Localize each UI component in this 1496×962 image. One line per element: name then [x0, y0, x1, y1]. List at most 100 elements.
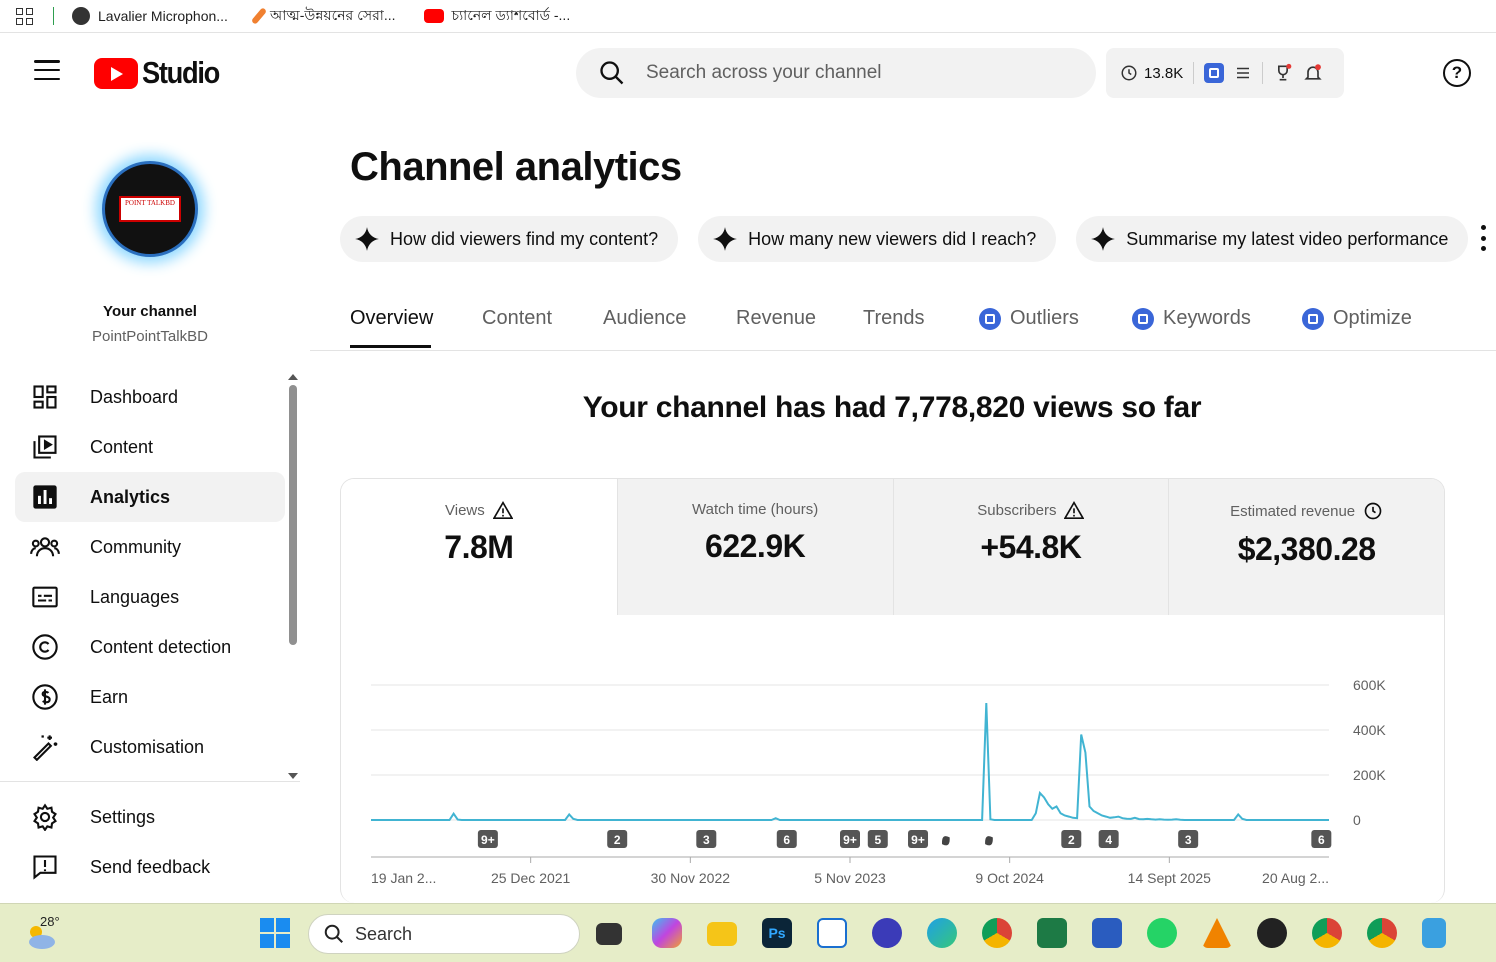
tab-revenue[interactable]: Revenue — [736, 307, 816, 330]
search-icon[interactable] — [598, 59, 626, 87]
tab-keywords[interactable]: Keywords — [1132, 307, 1251, 330]
chrome-icon[interactable] — [982, 918, 1012, 948]
video-marker-label: 6 — [1318, 833, 1325, 847]
windows-taskbar: 28° Search Ps — [0, 903, 1496, 962]
edge-icon[interactable] — [927, 918, 957, 948]
sidebar: POINT TALKBD Your channel PointPointTalk… — [0, 113, 300, 903]
x-tick-label: 5 Nov 2023 — [814, 870, 886, 886]
bookmark-1[interactable]: Lavalier Microphon... — [72, 7, 228, 25]
video-marker-label: 3 — [1185, 833, 1192, 847]
tab-optimize[interactable]: Optimize — [1302, 307, 1412, 330]
photoshop-icon[interactable]: Ps — [762, 918, 792, 948]
shorts-marker-icon — [941, 836, 950, 846]
more-options-icon[interactable] — [1480, 225, 1486, 251]
sidebar-item-dashboard[interactable]: Dashboard — [15, 372, 285, 422]
dashboard-icon — [30, 382, 60, 412]
ai-suggestion-chips: How did viewers find my content? How man… — [340, 216, 1469, 262]
metric-views[interactable]: Views 7.8M — [341, 479, 617, 615]
bookmark-3[interactable]: চ্যানেল ড্যাশবোর্ড -... — [423, 4, 570, 28]
sidebar-divider — [0, 781, 300, 782]
y-tick-label: 200K — [1353, 767, 1386, 783]
dollar-icon — [30, 682, 60, 712]
metric-tabs: Views 7.8M Watch time (hours) 622.9K Sub… — [341, 479, 1444, 615]
sidebar-scrollbar[interactable] — [289, 385, 297, 645]
headphones-icon[interactable] — [872, 918, 902, 948]
chip-summarise-video[interactable]: Summarise my latest video performance — [1076, 216, 1469, 262]
metric-subscribers[interactable]: Subscribers +54.8K — [892, 479, 1169, 615]
tab-overview[interactable]: Overview — [350, 307, 433, 330]
sidebar-item-analytics[interactable]: Analytics — [15, 472, 285, 522]
sparkle-icon — [713, 227, 738, 251]
bookmarks-bar: Lavalier Microphon... আত্ম-উন্নয়নের সের… — [0, 0, 1496, 33]
apps-grid-icon[interactable] — [16, 7, 33, 25]
warning-icon — [1064, 501, 1085, 519]
trophy-icon[interactable] — [1273, 63, 1293, 83]
sidebar-bottom-nav: Settings Send feedback — [15, 792, 285, 892]
vlc-icon[interactable] — [1202, 918, 1232, 948]
copilot-icon[interactable] — [652, 918, 682, 948]
sidebar-item-settings[interactable]: Settings — [15, 792, 285, 842]
community-icon — [30, 532, 60, 562]
video-marker-label: 9+ — [843, 833, 857, 847]
store-icon[interactable] — [817, 918, 847, 948]
metric-estimated-revenue[interactable]: Estimated revenue $2,380.28 — [1168, 479, 1444, 615]
list-icon[interactable] — [1234, 64, 1252, 82]
chip-viewers-find[interactable]: How did viewers find my content? — [340, 216, 679, 262]
feedback-icon — [30, 852, 60, 882]
sidebar-item-send-feedback[interactable]: Send feedback — [15, 842, 285, 892]
studio-logo[interactable]: Studio — [94, 55, 229, 91]
active-tab-indicator — [350, 345, 431, 348]
hamburger-menu-icon[interactable] — [34, 60, 60, 80]
channel-avatar[interactable]: POINT TALKBD — [102, 161, 198, 257]
clock-icon — [1121, 65, 1137, 81]
whatsapp-icon[interactable] — [1147, 918, 1177, 948]
tab-trends[interactable]: Trends — [863, 307, 925, 330]
video-marker-label: 4 — [1105, 833, 1112, 847]
sidebar-item-earn[interactable]: Earn — [15, 672, 285, 722]
copyright-icon — [30, 632, 60, 662]
views-line-chart[interactable]: 600K 400K 200K 0 9+ 2 3 6 9+ 5 9+ 2 4 3 6 19 Jan 2... 25… — [341, 615, 1445, 903]
notepad-icon[interactable] — [1422, 918, 1446, 948]
main-content: Channel analytics How did viewers find m… — [310, 113, 1496, 903]
sidebar-item-community[interactable]: Community — [15, 522, 285, 572]
bell-icon[interactable] — [1303, 63, 1323, 83]
chip-new-viewers[interactable]: How many new viewers did I reach? — [698, 216, 1057, 262]
analytics-icon — [30, 482, 60, 512]
task-view-icon[interactable] — [596, 923, 622, 945]
metrics-card: Views 7.8M Watch time (hours) 622.9K Sub… — [340, 478, 1445, 903]
metric-watch-time[interactable]: Watch time (hours) 622.9K — [616, 479, 893, 615]
x-tick-label: 9 Oct 2024 — [975, 870, 1044, 886]
taskbar-search[interactable]: Search — [308, 914, 580, 954]
shorts-marker-icon — [985, 836, 993, 846]
word-icon[interactable] — [1092, 918, 1122, 948]
sidebar-item-content-detection[interactable]: Content detection — [15, 622, 285, 672]
chrome-profile-icon[interactable] — [1312, 918, 1342, 948]
sidebar-item-languages[interactable]: Languages — [15, 572, 285, 622]
tab-content[interactable]: Content — [482, 307, 552, 330]
chrome-profile-2-icon[interactable] — [1367, 918, 1397, 948]
help-icon[interactable]: ? — [1443, 59, 1471, 87]
subtitles-icon — [30, 582, 60, 612]
vidiq-icon — [979, 307, 1001, 330]
search-input[interactable] — [646, 62, 1066, 84]
bookmark-2[interactable]: আত্ম-উন্নয়নের সেরা... — [250, 4, 396, 28]
views-count[interactable]: 13.8K — [1144, 65, 1183, 82]
vidiq-icon — [1132, 307, 1154, 330]
globe-icon — [72, 7, 90, 25]
excel-icon[interactable] — [1037, 918, 1067, 948]
tab-outliers[interactable]: Outliers — [979, 307, 1079, 330]
scroll-down-arrow[interactable] — [288, 773, 298, 779]
vidiq-icon[interactable] — [1204, 63, 1225, 83]
scroll-up-arrow[interactable] — [288, 374, 298, 380]
sidebar-item-content[interactable]: Content — [15, 422, 285, 472]
total-views-headline: Your channel has had 7,778,820 views so … — [582, 391, 1202, 424]
sidebar-item-customisation[interactable]: Customisation — [15, 722, 285, 772]
obs-icon[interactable] — [1257, 918, 1287, 948]
analytics-tabs: Overview Content Audience Revenue Trends… — [310, 299, 1496, 351]
tab-audience[interactable]: Audience — [603, 307, 686, 330]
file-explorer-icon[interactable] — [707, 922, 737, 946]
video-marker-label: 6 — [783, 833, 790, 847]
windows-start-icon[interactable] — [260, 918, 290, 948]
x-tick-label: 19 Jan 2... — [371, 870, 436, 886]
video-marker-label: 9+ — [481, 833, 495, 847]
